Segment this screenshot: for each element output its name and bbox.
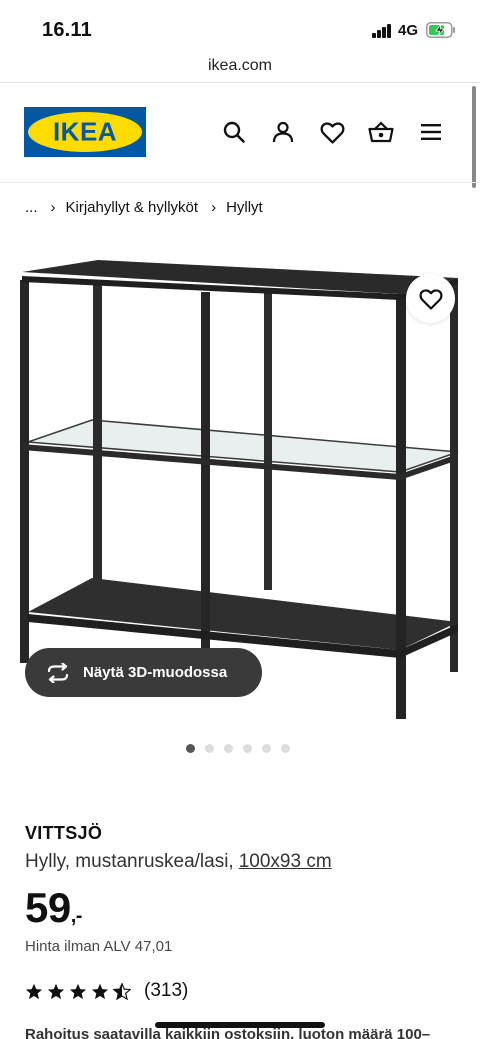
gallery-dot[interactable] [224,744,233,753]
heart-icon[interactable] [318,118,346,146]
price-without-vat: Hinta ilman ALV 47,01 [25,938,173,955]
logo-text: IKEA [53,117,117,147]
status-bar: 16.11 4G [0,0,480,50]
rotate-3d-icon [47,662,69,683]
review-count: (313) [144,980,189,1001]
browser-url[interactable]: ikea.com [0,50,480,82]
breadcrumb-item-shelves[interactable]: Hyllyt [226,199,263,216]
product-size-link[interactable]: 100x93 cm [239,851,332,872]
signal-icon [372,24,392,38]
heart-icon [419,288,442,310]
status-time: 16.11 [42,19,92,41]
add-to-favourites-button[interactable] [406,274,455,323]
star-icon [69,983,87,999]
view-3d-label: Näytä 3D-muodossa [83,664,228,681]
star-icon [25,983,43,999]
page-scrollbar[interactable] [472,86,476,188]
product-name: VITTSJÖ [25,823,103,843]
gallery-dot[interactable] [205,744,214,753]
divider [0,182,480,183]
chevron-right-icon: › [50,199,56,216]
gallery-dot[interactable] [243,744,252,753]
cart-icon[interactable] [367,118,395,146]
site-header: IKEA [0,83,480,182]
product-rating[interactable]: (313) [25,980,188,1002]
product-price: 59,- [25,884,82,932]
star-icon [91,983,109,999]
price-suffix: ,- [70,905,83,927]
product-description: Hylly, mustanruskea/lasi, 100x93 cm [25,851,332,873]
gallery-dot[interactable] [281,744,290,753]
view-3d-button[interactable]: Näytä 3D-muodossa [25,648,262,697]
gallery-dot[interactable] [262,744,271,753]
breadcrumb-item-ellipsis[interactable]: ... [25,199,38,216]
search-icon[interactable] [220,118,248,146]
gallery-pagination [186,744,290,753]
gallery-dot[interactable] [186,744,195,753]
battery-charging-icon [426,22,455,38]
half-star-icon [113,982,131,1000]
home-indicator[interactable] [155,1022,325,1028]
breadcrumb: ... › Kirjahyllyt & hyllyköt › Hyllyt [25,199,263,216]
breadcrumb-item-bookcases[interactable]: Kirjahyllyt & hyllyköt [66,199,199,216]
account-icon[interactable] [269,118,297,146]
star-icon [47,983,65,999]
price-value: 59 [25,884,71,931]
product-description-text: Hylly, mustanruskea/lasi, [25,851,234,872]
rating-stars [25,982,131,1000]
chevron-right-icon: › [211,199,217,216]
menu-icon[interactable] [417,118,445,146]
ikea-logo[interactable]: IKEA [24,107,146,157]
network-type: 4G [398,22,419,39]
